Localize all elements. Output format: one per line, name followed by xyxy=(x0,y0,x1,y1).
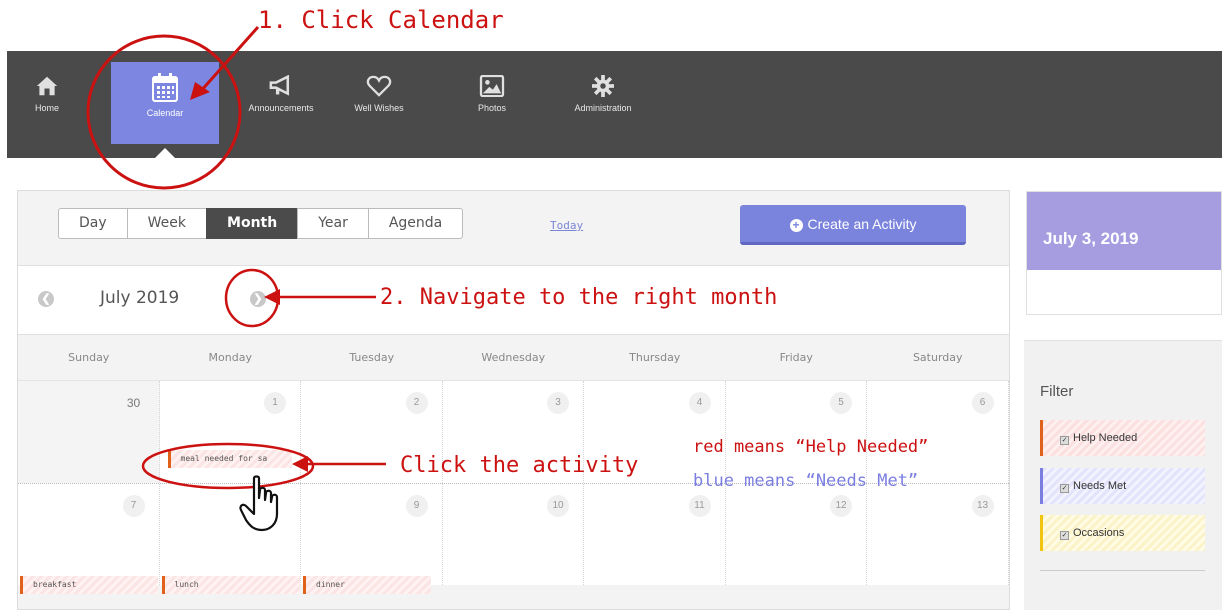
filter-occasions[interactable]: ✓ Occasions xyxy=(1040,515,1205,551)
legend-blue-note: blue means “Needs Met” xyxy=(693,471,919,491)
weekday-header: Sunday Monday Tuesday Wednesday Thursday… xyxy=(18,337,1009,381)
calendar-day[interactable]: lunch xyxy=(160,484,301,594)
filter-label: Occasions xyxy=(1073,527,1125,539)
today-link[interactable]: Today xyxy=(550,219,583,232)
next-month-arrow-icon[interactable]: ❯ xyxy=(250,291,266,307)
day-number: 13 xyxy=(971,495,994,517)
annotation-step2: 2. Navigate to the right month xyxy=(380,285,778,310)
checkbox-checked-icon[interactable]: ✓ xyxy=(1060,436,1069,445)
calendar-day[interactable]: 5 xyxy=(726,381,867,483)
calendar-event[interactable]: dinner xyxy=(303,576,431,594)
nav-active-caret xyxy=(155,148,175,158)
filter-title: Filter xyxy=(1040,383,1074,400)
calendar-day[interactable]: 7 breakfast xyxy=(18,484,160,594)
calendar-panel: Day Week Month Year Agenda Today + Create… xyxy=(17,190,1010,610)
nav-announcements[interactable]: Announcements xyxy=(233,61,329,141)
filter-help-needed[interactable]: ✓ Help Needed xyxy=(1040,420,1205,456)
weekday-friday: Friday xyxy=(779,351,813,364)
legend-red-note: red means “Help Needed” xyxy=(693,437,929,457)
weekday-sunday: Sunday xyxy=(68,351,110,364)
plus-circle-icon: + xyxy=(789,219,803,232)
weekday-thursday: Thursday xyxy=(629,351,681,364)
prev-month-arrow-icon[interactable]: ❮ xyxy=(38,291,54,307)
nav-home-label: Home xyxy=(34,103,59,113)
view-agenda-button[interactable]: Agenda xyxy=(367,208,464,239)
calendar-day[interactable]: 11 xyxy=(584,484,726,585)
filter-panel: Filter ✓ Help Needed ✓ Needs Met ✓ Occasion… xyxy=(1024,340,1222,610)
calendar-icon xyxy=(152,73,178,102)
heart-icon xyxy=(366,75,392,97)
selected-date: July 3, 2019 xyxy=(1027,192,1221,270)
calendar-day[interactable]: 12 xyxy=(726,484,867,585)
calendar-event[interactable]: breakfast xyxy=(20,576,158,594)
view-month-button[interactable]: Month xyxy=(206,208,299,239)
calendar-day[interactable]: 30 xyxy=(18,381,160,483)
annotation-step1: 1. Click Calendar xyxy=(258,6,504,34)
create-activity-button[interactable]: + Create an Activity xyxy=(740,205,966,245)
filter-label: Help Needed xyxy=(1073,432,1138,444)
gear-icon xyxy=(592,75,614,97)
nav-photos[interactable]: Photos xyxy=(457,61,527,141)
weekday-tuesday: Tuesday xyxy=(349,351,395,364)
calendar-day[interactable]: 10 xyxy=(443,484,584,585)
calendar-day[interactable]: 13 xyxy=(867,484,1009,585)
view-year-button[interactable]: Year xyxy=(297,208,369,239)
day-number: 9 xyxy=(405,495,428,517)
megaphone-icon xyxy=(269,75,290,96)
main-navbar: Home Calendar Announcements Well Wishes xyxy=(7,51,1222,158)
day-number: 2 xyxy=(405,392,428,414)
weekday-monday: Monday xyxy=(208,351,252,364)
calendar-event[interactable]: meal needed for sa xyxy=(167,450,292,468)
calendar-day[interactable]: 6 xyxy=(867,381,1009,483)
day-number: 30 xyxy=(126,396,141,410)
nav-photos-label: Photos xyxy=(477,103,507,113)
checkbox-checked-icon[interactable]: ✓ xyxy=(1060,531,1069,540)
nav-administration-label: Administration xyxy=(574,103,632,113)
month-label: July 2019 xyxy=(100,288,180,308)
nav-home[interactable]: Home xyxy=(17,61,77,141)
checkbox-checked-icon[interactable]: ✓ xyxy=(1060,484,1069,493)
day-number: 10 xyxy=(547,495,569,517)
calendar-day[interactable]: 9 dinner xyxy=(301,484,443,594)
nav-calendar-label: Calendar xyxy=(146,108,184,118)
day-number: 12 xyxy=(830,495,852,517)
day-number: 5 xyxy=(830,392,852,414)
calendar-event[interactable]: lunch xyxy=(161,576,300,594)
view-switcher: Day Week Month Year Agenda xyxy=(58,208,464,239)
nav-well-wishes[interactable]: Well Wishes xyxy=(337,61,421,141)
nav-administration[interactable]: Administration xyxy=(555,61,651,141)
calendar-week: 7 breakfast lunch 9 dinner 10 11 12 13 xyxy=(18,483,1009,594)
create-activity-label: Create an Activity xyxy=(807,216,917,232)
day-number: 7 xyxy=(122,495,145,517)
annotation-step3: Click the activity xyxy=(400,453,639,478)
home-icon xyxy=(36,76,58,96)
weekday-wednesday: Wednesday xyxy=(481,351,546,364)
calendar-day[interactable]: 1 meal needed for sa xyxy=(160,381,301,483)
day-number: 11 xyxy=(688,495,711,517)
day-number: 6 xyxy=(971,392,994,414)
view-week-button[interactable]: Week xyxy=(126,208,208,239)
day-number: 1 xyxy=(264,392,286,414)
view-day-button[interactable]: Day xyxy=(58,208,128,239)
filter-needs-met[interactable]: ✓ Needs Met xyxy=(1040,468,1205,504)
day-number: 4 xyxy=(688,392,711,414)
nav-announcements-label: Announcements xyxy=(248,103,314,113)
filter-divider xyxy=(1040,570,1205,571)
photo-icon xyxy=(479,75,505,97)
filter-label: Needs Met xyxy=(1073,480,1127,492)
selected-date-card: July 3, 2019 xyxy=(1026,191,1222,315)
nav-calendar[interactable]: Calendar xyxy=(111,62,219,144)
weekday-saturday: Saturday xyxy=(912,351,963,364)
nav-well-wishes-label: Well Wishes xyxy=(354,103,404,113)
day-number: 3 xyxy=(547,392,569,414)
